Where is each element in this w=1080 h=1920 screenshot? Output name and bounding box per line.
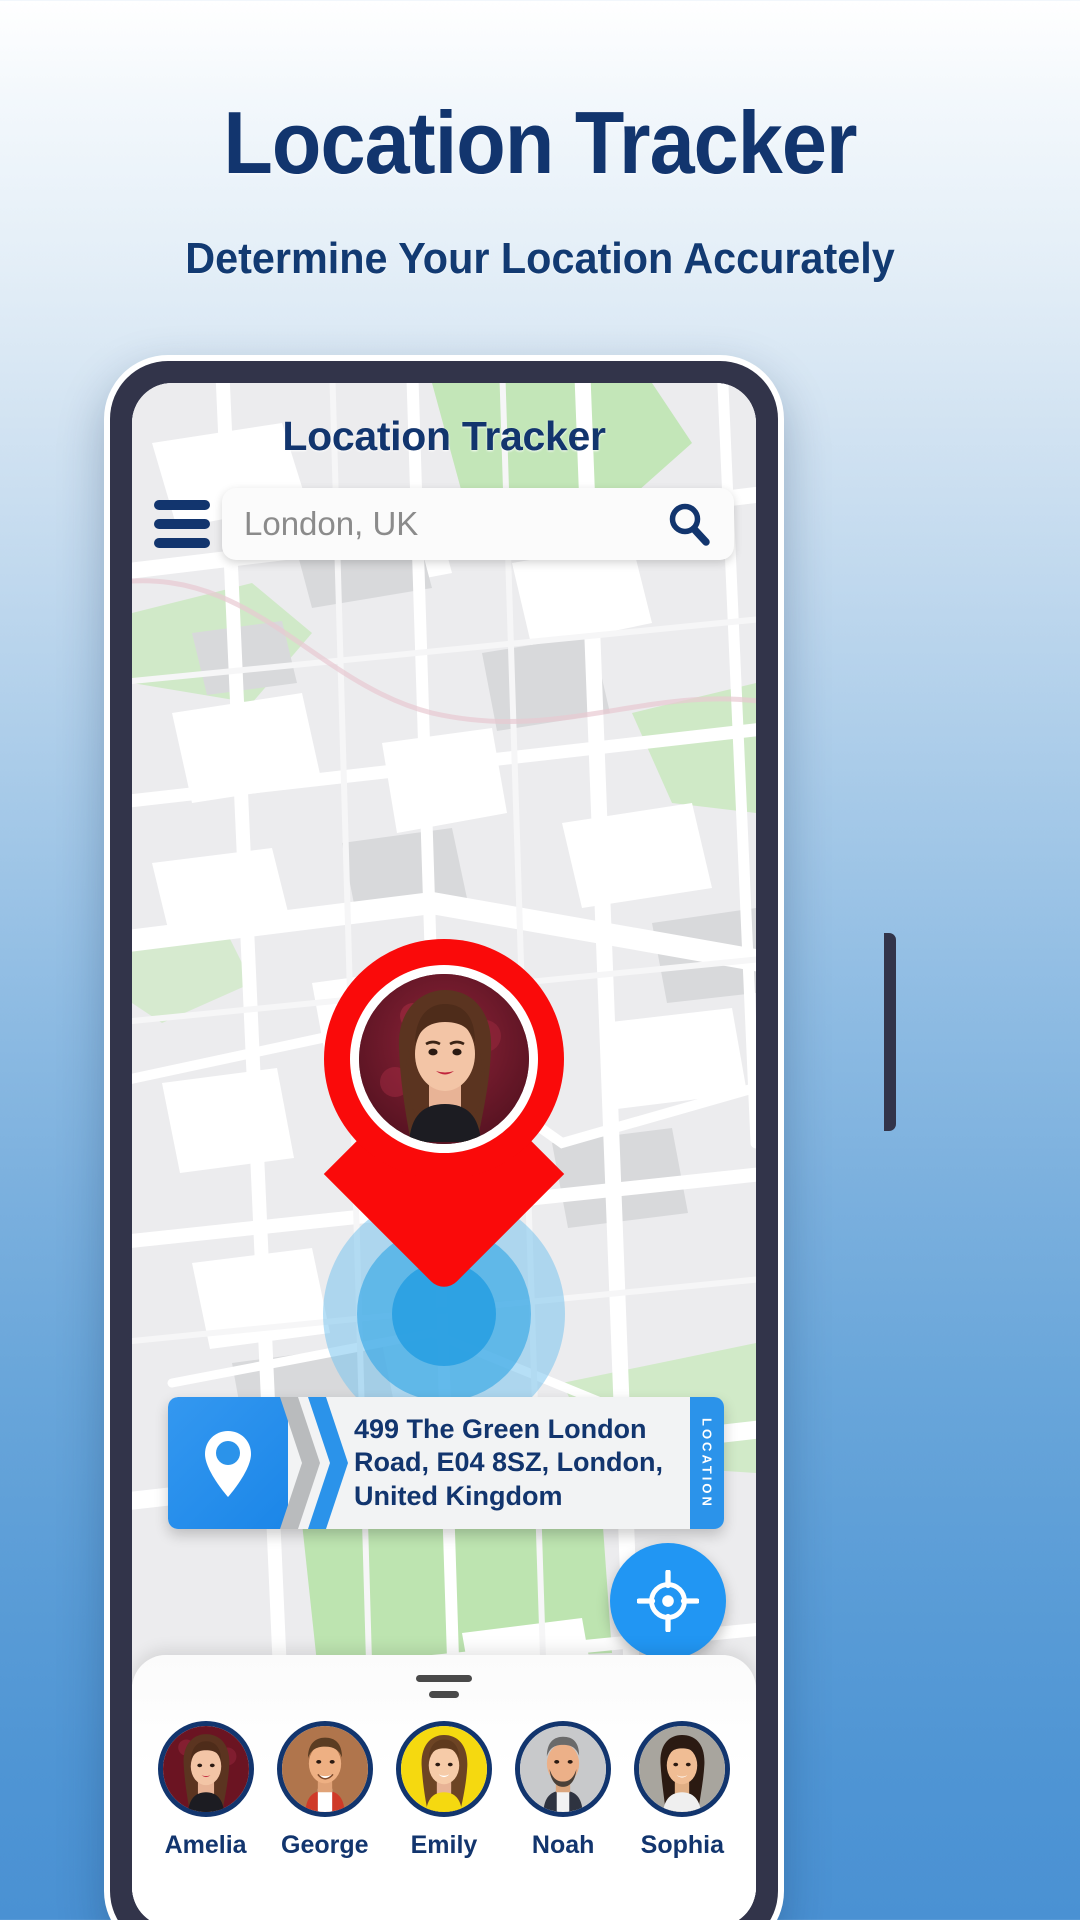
drag-handle[interactable] <box>416 1675 472 1682</box>
hero-section: Location Tracker Determine Your Location… <box>0 0 1080 284</box>
avatar-image <box>359 974 529 1144</box>
my-location-button[interactable] <box>610 1543 726 1659</box>
contacts-list: Amelia George Emily Noah Sophia <box>132 1721 756 1860</box>
avatar <box>350 965 538 1153</box>
phone-mockup: Location Tracker London, UK 499 The Gree… <box>104 355 896 1920</box>
location-pin-icon <box>168 1397 288 1529</box>
hamburger-menu-icon[interactable] <box>154 491 210 557</box>
avatar <box>515 1721 612 1817</box>
chevron-decoration-blue <box>308 1397 348 1529</box>
contact-name: Sophia <box>640 1831 725 1859</box>
contact-name: George <box>281 1831 369 1859</box>
avatar <box>395 1721 492 1817</box>
list-item[interactable]: Sophia <box>630 1721 734 1860</box>
address-line-1: 499 The Green London <box>354 1414 647 1445</box>
bottom-sheet[interactable]: Amelia George Emily Noah Sophia <box>132 1655 756 1920</box>
phone-screen: Location Tracker London, UK 499 The Gree… <box>132 383 756 1920</box>
search-bar-row: London, UK <box>132 488 756 560</box>
app-title: Location Tracker <box>282 413 606 459</box>
list-item[interactable]: George <box>273 1721 377 1860</box>
map-pin-marker[interactable] <box>323 939 565 1295</box>
crosshair-target-icon <box>637 1570 699 1632</box>
address-icon-wrap <box>168 1397 348 1529</box>
list-item[interactable]: Amelia <box>154 1721 258 1860</box>
address-text: 499 The Green London Road, E04 8SZ, Lond… <box>336 1397 690 1529</box>
list-item[interactable]: Emily <box>392 1721 496 1860</box>
contact-name: Noah <box>531 1831 595 1859</box>
search-input[interactable]: London, UK <box>222 488 734 560</box>
address-line-2: Road, E04 8SZ, London, <box>354 1447 664 1478</box>
avatar <box>157 1721 254 1817</box>
avatar <box>276 1721 373 1817</box>
location-tab[interactable]: LOCATION <box>690 1397 724 1529</box>
search-icon[interactable] <box>666 501 712 547</box>
phone-bezel: Location Tracker London, UK 499 The Gree… <box>110 361 778 1920</box>
page-title: Location Tracker <box>223 93 857 192</box>
search-input-value: London, UK <box>244 505 419 542</box>
list-item[interactable]: Noah <box>511 1721 615 1860</box>
contact-name: Amelia <box>164 1831 247 1859</box>
avatar <box>634 1721 731 1817</box>
page-subtitle: Determine Your Location Accurately <box>185 234 895 283</box>
phone-power-button <box>884 933 896 1131</box>
address-line-3: United Kingdom <box>354 1480 563 1511</box>
drag-handle-secondary[interactable] <box>429 1691 459 1698</box>
location-tab-label: LOCATION <box>699 1417 715 1509</box>
address-card[interactable]: 499 The Green London Road, E04 8SZ, Lond… <box>168 1397 724 1529</box>
contact-name: Emily <box>410 1831 478 1859</box>
